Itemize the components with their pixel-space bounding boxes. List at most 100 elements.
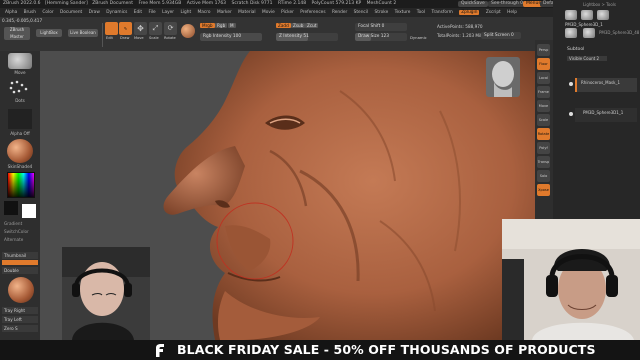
tool-thumb-1[interactable] [565, 10, 577, 20]
active-points-readout: ActivePoints: 588,970 [437, 24, 483, 29]
polyf-button[interactable]: Polyf [537, 142, 550, 154]
rgb-intensity-slider[interactable]: Rgb Intensity 100 [200, 33, 262, 41]
move-button[interactable]: ✥ Move [134, 22, 147, 40]
webcam-left-person [62, 247, 150, 340]
edit-button[interactable]: Edit [105, 22, 118, 40]
subtool-title[interactable]: Subtool [567, 47, 584, 52]
menu-document[interactable]: Document [60, 10, 82, 15]
visible-count-slider[interactable]: Visible Count 2 [567, 56, 607, 61]
menu-stroke[interactable]: Stroke [375, 10, 389, 15]
material-name-label: SkinShade4 [7, 164, 33, 169]
menu-material[interactable]: Material [238, 10, 255, 15]
menu-brush[interactable]: Brush [24, 10, 36, 15]
zadd-toggle[interactable]: Zadd [276, 23, 291, 28]
move-view-button[interactable]: Move [537, 100, 550, 112]
move-label: Move [134, 36, 144, 40]
rotate-button[interactable]: ⟳ Rotate [164, 22, 177, 40]
navigation-cube-head[interactable] [486, 57, 520, 97]
quicksave-button[interactable]: QuickSave [458, 1, 488, 7]
total-points-readout: TotalPoints: 1.203 Mil [437, 33, 482, 38]
local-button[interactable]: Local [537, 72, 550, 84]
switch-color-label[interactable]: SwitchColor [4, 229, 29, 234]
floor-button[interactable]: Floor [537, 58, 550, 70]
persp-button[interactable]: Persp [537, 44, 550, 56]
solo-button[interactable]: Solo [537, 170, 550, 182]
subtool-eye-icon[interactable] [569, 82, 573, 86]
see-through-slider[interactable]: See-through 0 [488, 1, 526, 7]
promo-banner[interactable]: BLACK FRIDAY SALE - 50% OFF THOUSANDS OF… [0, 340, 640, 360]
m-toggle[interactable]: M [228, 23, 236, 28]
live-boolean-button[interactable]: Live Boolean [68, 29, 98, 37]
menu-zplugin[interactable]: Zplugin [459, 10, 480, 15]
menu-color[interactable]: Color [42, 10, 53, 15]
scale-button[interactable]: ⤢ Scale [149, 22, 162, 40]
draw-size-slider[interactable]: Draw Size 123 [355, 33, 407, 41]
double-button[interactable]: Double [2, 267, 38, 274]
stat-free-mem: Free Mem 5.934GB [138, 1, 182, 6]
tray-right-button[interactable]: Tray Right [2, 307, 38, 314]
lightbox-button[interactable]: LightBox [36, 29, 62, 37]
mrgb-toggle[interactable]: Mrgb [200, 23, 215, 28]
material-sphere-icon[interactable] [181, 24, 195, 38]
lightbox-tools-label[interactable]: Lightbox > Tools [583, 2, 616, 7]
material-sphere-icon[interactable] [7, 139, 33, 163]
zsub-toggle[interactable]: Zsub [291, 23, 306, 28]
banner-text: BLACK FRIDAY SALE - 50% OFF THOUSANDS OF… [177, 342, 596, 357]
transp-button[interactable]: Transp [537, 156, 550, 168]
stroke-dots-graphic [9, 80, 28, 94]
z-intensity-slider[interactable]: Z Intensity 51 [276, 33, 338, 41]
menu-texture[interactable]: Texture [395, 10, 411, 15]
draw-button[interactable]: ✎ Draw [119, 22, 132, 40]
zcut-toggle[interactable]: Zcut [305, 23, 319, 28]
document-name: ZBrush Document [92, 1, 133, 6]
stat-scratch-disk: Scratch Disk 9771 [231, 1, 273, 6]
menu-dynamics[interactable]: Dynamics [106, 10, 127, 15]
alpha-off-icon[interactable] [8, 109, 32, 129]
z-intensity-label: Z Intensity [279, 34, 303, 39]
rotate-view-button[interactable]: Rotate [537, 128, 550, 140]
menu-tool[interactable]: Tool [417, 10, 425, 15]
dynamic-toggle[interactable]: Dynamic [410, 35, 427, 40]
menu-render[interactable]: Render [332, 10, 347, 15]
menu-stencil[interactable]: Stencil [354, 10, 369, 15]
secondary-color-swatch[interactable] [4, 201, 18, 215]
tool-thumb-3[interactable] [597, 10, 609, 20]
zero-s-button[interactable]: Zero S [2, 325, 38, 332]
subtool-eye-icon-2[interactable] [569, 112, 573, 116]
thumbnail-button[interactable]: Thumbnail [2, 252, 38, 259]
dots-stroke-icon[interactable] [8, 79, 32, 97]
tool-thumb-4[interactable] [565, 28, 577, 38]
menu-layer[interactable]: Layer [162, 10, 174, 15]
menu-light[interactable]: Light [180, 10, 191, 15]
frame-button[interactable]: Frame [537, 86, 550, 98]
subtool-item-1-label: Rhinoceros_Mask_1 [581, 80, 621, 85]
tray-left-button[interactable]: Tray Left [2, 316, 38, 323]
menu-macro[interactable]: Macro [198, 10, 211, 15]
menu-transform[interactable]: Transform [431, 10, 452, 15]
alternate-label[interactable]: Alternate [4, 237, 23, 242]
gradient-label[interactable]: Gradient [4, 221, 22, 226]
color-picker[interactable] [7, 172, 35, 198]
menu-alpha[interactable]: Alpha [5, 10, 17, 15]
tool-thumb-2[interactable] [581, 10, 593, 20]
zbrush-master-button[interactable]: ZBrush Master [4, 27, 30, 40]
subtool-item-2[interactable]: PM3D_Sphere3D1_1 [575, 108, 637, 122]
menu-preferences[interactable]: Preferences [300, 10, 325, 15]
subtool-item-1[interactable]: Rhinoceros_Mask_1 [575, 78, 637, 92]
split-screen-slider[interactable]: Split Screen 0 [481, 32, 521, 39]
menu-zscript[interactable]: Zscript [486, 10, 501, 15]
menu-picker[interactable]: Picker [281, 10, 294, 15]
main-color-swatch[interactable] [22, 204, 36, 218]
menu-file[interactable]: File [149, 10, 156, 15]
menu-edit[interactable]: Edit [134, 10, 142, 15]
menu-marker[interactable]: Marker [217, 10, 232, 15]
focal-shift-slider[interactable]: Focal Shift 0 [355, 23, 407, 31]
move-brush-icon[interactable] [8, 53, 32, 69]
tool-thumb-5[interactable] [583, 28, 595, 38]
xpose-button[interactable]: Xpose [537, 184, 550, 196]
menu-draw[interactable]: Draw [89, 10, 100, 15]
rgb-toggle[interactable]: Rgb [215, 23, 228, 28]
scale-view-button[interactable]: Scale [537, 114, 550, 126]
menu-help[interactable]: Help [507, 10, 517, 15]
menu-movie[interactable]: Movie [262, 10, 275, 15]
